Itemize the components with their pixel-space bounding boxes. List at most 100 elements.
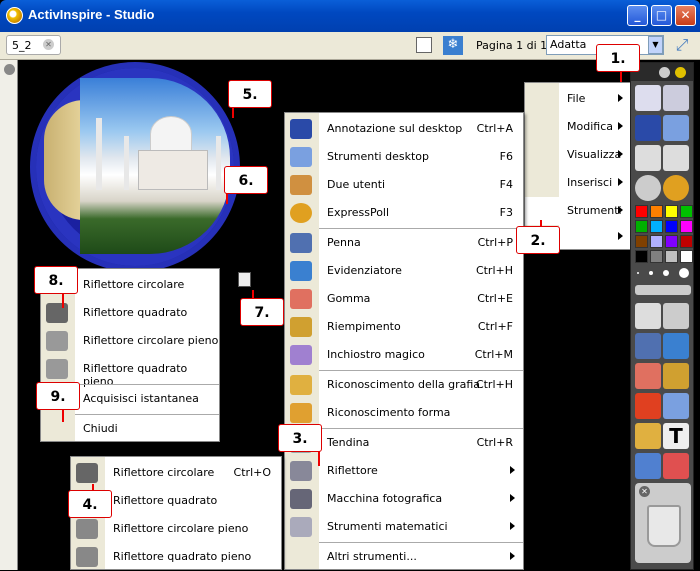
color-swatch[interactable] xyxy=(650,235,663,248)
fill-icon[interactable] xyxy=(663,363,689,389)
callout-1: 1. xyxy=(596,44,640,72)
profile-icon[interactable] xyxy=(663,85,689,111)
toolbox-up-icon[interactable] xyxy=(659,67,670,78)
submenu-item-square-full[interactable]: Riflettore quadrato pieno xyxy=(71,543,281,571)
menu-item-insert[interactable]: Inserisci xyxy=(525,169,631,197)
menu-item-camera[interactable]: Macchina fotografica xyxy=(285,485,523,513)
shape-icon[interactable] xyxy=(635,393,661,419)
clip-icon[interactable] xyxy=(635,423,661,449)
color-swatch[interactable] xyxy=(665,205,678,218)
pen-width-selector[interactable] xyxy=(635,267,691,279)
select-icon[interactable] xyxy=(635,303,661,329)
next-page-icon[interactable] xyxy=(663,145,689,171)
tools-menu: Annotazione sul desktop Ctrl+A Strumenti … xyxy=(284,112,524,570)
spotlight-icon xyxy=(76,463,98,483)
color-swatch[interactable] xyxy=(665,220,678,233)
popup-item-square[interactable]: Riflettore quadrato xyxy=(41,299,219,327)
refresh-icon[interactable] xyxy=(663,453,689,479)
spotlight-popup-menu: Riflettore circolare Riflettore quadrato… xyxy=(40,268,220,442)
menu-item-handwriting[interactable]: Riconoscimento della grafia Ctrl+H xyxy=(285,371,523,399)
eraser-icon xyxy=(290,289,312,309)
color-swatch[interactable] xyxy=(650,220,663,233)
trash-icon[interactable] xyxy=(647,505,681,547)
menu-item-expresspoll[interactable]: ExpressPoll F3 xyxy=(285,199,523,227)
color-swatch[interactable] xyxy=(680,205,693,218)
window-title: ActivInspire - Studio xyxy=(28,7,155,22)
color-swatch[interactable] xyxy=(680,220,693,233)
menu-item-shape-recognition[interactable]: Riconoscimento forma xyxy=(285,399,523,427)
color-swatch[interactable] xyxy=(665,250,678,263)
color-swatch[interactable] xyxy=(635,250,648,263)
connector-icon[interactable] xyxy=(663,393,689,419)
panel-gear-icon[interactable] xyxy=(4,64,15,75)
tab-close-icon[interactable]: ✕ xyxy=(43,39,54,50)
submenu-item-circular[interactable]: Riflettore circolare Ctrl+O xyxy=(71,459,281,487)
spotlight-icon xyxy=(46,359,68,379)
color-swatch[interactable] xyxy=(680,235,693,248)
eraser-icon[interactable] xyxy=(635,363,661,389)
close-icon[interactable]: ✕ xyxy=(639,486,650,497)
menu-item-eraser[interactable]: Gomma Ctrl+E xyxy=(285,285,523,313)
spotlight-icon xyxy=(290,461,312,481)
menu-item-magic-ink[interactable]: Inchiostro magico Ctrl+M xyxy=(285,341,523,369)
color-swatch[interactable] xyxy=(680,250,693,263)
menu-item-file[interactable]: File xyxy=(525,85,631,113)
color-swatch[interactable] xyxy=(635,205,648,218)
menu-item-math-tools[interactable]: Strumenti matematici xyxy=(285,513,523,541)
menu-item-view[interactable]: Visualizza xyxy=(525,141,631,169)
image-sandstone xyxy=(44,100,84,220)
page-indicator: Pagina 1 di 1 xyxy=(476,39,548,52)
color-swatch[interactable] xyxy=(635,220,648,233)
snowflake-icon[interactable]: ❄ xyxy=(443,36,463,55)
expresspoll-icon[interactable] xyxy=(663,175,689,201)
handwriting-icon xyxy=(290,375,312,395)
color-swatch[interactable] xyxy=(650,250,663,263)
pen-icon xyxy=(290,233,312,253)
desktop-tools-icon[interactable] xyxy=(663,115,689,141)
spotlight-icon xyxy=(46,331,68,351)
revealer-icon[interactable] xyxy=(635,453,661,479)
expresspoll-icon xyxy=(290,203,312,223)
fullscreen-icon[interactable]: ⤢ xyxy=(672,36,692,54)
menu-item-highlighter[interactable]: Evidenziatore Ctrl+H xyxy=(285,257,523,285)
left-panel xyxy=(0,60,18,570)
menu-item-desktop-tools[interactable]: Strumenti desktop F6 xyxy=(285,143,523,171)
popup-item-square-full[interactable]: Riflettore quadrato pieno xyxy=(41,355,219,388)
main-menu-icon[interactable] xyxy=(635,85,661,111)
callout-2: 2. xyxy=(516,226,560,254)
menu-item-more-tools[interactable]: Altri strumenti... xyxy=(285,543,523,571)
color-swatch[interactable] xyxy=(650,205,663,218)
menu-item-spotlight[interactable]: Riflettore xyxy=(285,457,523,485)
menu-item-fill[interactable]: Riempimento Ctrl+F xyxy=(285,313,523,341)
callout-9: 9. xyxy=(36,382,80,410)
popup-menu-icon[interactable] xyxy=(238,272,251,287)
main-toolbox: T ✕ xyxy=(630,62,694,570)
desktop-annotation-icon[interactable] xyxy=(635,115,661,141)
text-icon[interactable]: T xyxy=(663,423,689,449)
submenu-item-circular-full[interactable]: Riflettore circolare pieno xyxy=(71,515,281,543)
close-button[interactable]: ✕ xyxy=(675,5,696,26)
toolbox-add-icon[interactable] xyxy=(675,67,686,78)
menu-item-pen[interactable]: Penna Ctrl+P xyxy=(285,229,523,257)
page-browser-icon[interactable] xyxy=(416,37,432,53)
maximize-button[interactable]: □ xyxy=(651,5,672,26)
menu-item-edit[interactable]: Modifica xyxy=(525,113,631,141)
play-icon[interactable] xyxy=(635,175,661,201)
tools-icon[interactable] xyxy=(663,303,689,329)
popup-item-close[interactable]: Chiudi xyxy=(41,415,219,443)
previous-page-icon[interactable] xyxy=(635,145,661,171)
highlighter-icon[interactable] xyxy=(663,333,689,359)
pen-icon[interactable] xyxy=(635,333,661,359)
callout-8: 8. xyxy=(34,266,78,294)
popup-item-circular-full[interactable]: Riflettore circolare pieno xyxy=(41,327,219,355)
desktop-tools-icon xyxy=(290,147,312,167)
pen-width-slider[interactable] xyxy=(635,285,691,295)
camera-icon xyxy=(290,489,312,509)
color-swatch[interactable] xyxy=(665,235,678,248)
chevron-down-icon[interactable]: ▼ xyxy=(648,36,663,54)
menu-item-dual-user[interactable]: Due utenti F4 xyxy=(285,171,523,199)
minimize-button[interactable]: _ xyxy=(627,5,648,26)
color-swatch[interactable] xyxy=(635,235,648,248)
app-icon xyxy=(6,7,23,24)
menu-item-desktop-annotation[interactable]: Annotazione sul desktop Ctrl+A xyxy=(285,115,523,143)
